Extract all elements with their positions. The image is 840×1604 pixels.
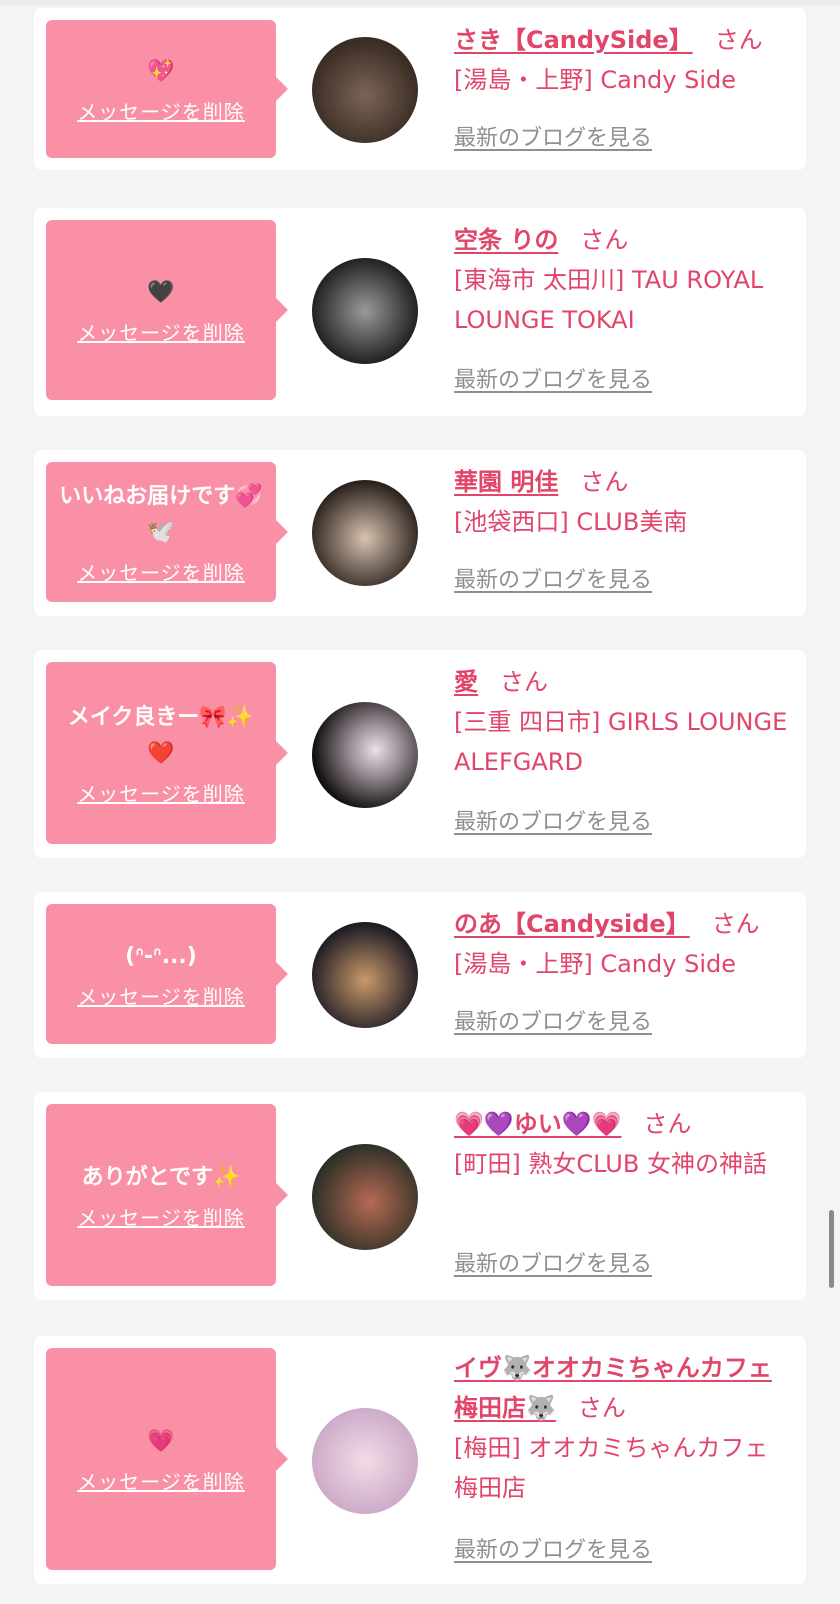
latest-blog-link[interactable]: 最新のブログを見る (454, 362, 652, 394)
cast-name-link[interactable]: のあ【Candyside】 (454, 910, 690, 938)
cast-info: イヴ🐺オオカミちゃんカフェ梅田店🐺 さん [梅田] オオカミちゃんカフェ梅田店 最… (454, 1348, 789, 1570)
message-text: (ᐢ-ᐢ...) (125, 943, 197, 969)
shop-name: [梅田] オオカミちゃんカフェ梅田店 (454, 1434, 769, 1502)
cast-name-link[interactable]: 空条 りの (454, 226, 558, 254)
top-divider (0, 0, 840, 6)
cast-name-link[interactable]: 愛 (454, 668, 478, 696)
scrollbar-thumb[interactable] (829, 1210, 834, 1288)
honorific: さん (500, 668, 548, 696)
honorific: さん (643, 1110, 692, 1138)
cast-info: 空条 りの さん [東海市 太田川] TAU ROYAL LOUNGE TOKAI… (454, 220, 789, 400)
cast-name-link[interactable]: 💗💜ゆい💜💗 (454, 1110, 622, 1138)
shop-name: [三重 四日市] GIRLS LOUNGE ALEFGARD (454, 708, 788, 776)
delete-message-link[interactable]: メッセージを削除 (77, 1466, 245, 1495)
avatar[interactable] (312, 702, 418, 808)
avatar[interactable] (312, 922, 418, 1028)
message-bubble: 💗 メッセージを削除 (46, 1348, 288, 1570)
message-card: ありがとです✨ メッセージを削除 💗💜ゆい💜💗 さん [町田] 熟女CLUB 女神… (34, 1092, 806, 1300)
cast-info: 💗💜ゆい💜💗 さん [町田] 熟女CLUB 女神の神話 最新のブログを見る (454, 1104, 789, 1284)
avatar[interactable] (312, 258, 418, 364)
avatar[interactable] (312, 480, 418, 586)
delete-message-link[interactable]: メッセージを削除 (77, 981, 245, 1010)
shop-name: [湯島・上野] Candy Side (454, 66, 736, 94)
message-text: いいねお届けです💞🕊️ (59, 483, 263, 545)
honorific: さん (580, 226, 629, 254)
cast-name-link[interactable]: さき【CandySide】 (454, 26, 693, 54)
honorific: さん (577, 1394, 626, 1422)
cast-info: 華園 明佳 さん [池袋西口] CLUB美南 最新のブログを見る (454, 462, 789, 602)
message-text: メイク良きー🎀✨❤️ (67, 704, 255, 766)
cast-name-link[interactable]: 華園 明佳 (454, 468, 558, 496)
message-text: 💗 (147, 1428, 175, 1454)
message-bubble: (ᐢ-ᐢ...) メッセージを削除 (46, 904, 288, 1044)
message-text: ありがとです✨ (81, 1164, 241, 1190)
latest-blog-link[interactable]: 最新のブログを見る (454, 804, 652, 836)
honorific: さん (714, 26, 763, 54)
latest-blog-link[interactable]: 最新のブログを見る (454, 1004, 652, 1036)
delete-message-link[interactable]: メッセージを削除 (77, 778, 245, 807)
avatar[interactable] (312, 1408, 418, 1514)
message-bubble: 🖤 メッセージを削除 (46, 220, 288, 400)
message-card: 💗 メッセージを削除 イヴ🐺オオカミちゃんカフェ梅田店🐺 さん [梅田] オオカミ… (34, 1336, 806, 1584)
message-text: 🖤 (147, 279, 175, 305)
cast-info: さき【CandySide】 さん [湯島・上野] Candy Side 最新のブロ… (454, 20, 789, 160)
delete-message-link[interactable]: メッセージを削除 (77, 96, 245, 125)
message-card: (ᐢ-ᐢ...) メッセージを削除 のあ【Candyside】 さん [湯島・上野… (34, 892, 806, 1058)
latest-blog-link[interactable]: 最新のブログを見る (454, 1532, 652, 1564)
message-card: いいねお届けです💞🕊️ メッセージを削除 華園 明佳 さん [池袋西口] CLUB… (34, 450, 806, 616)
message-card: 🖤 メッセージを削除 空条 りの さん [東海市 太田川] TAU ROYAL L… (34, 208, 806, 416)
message-text: 💖 (147, 58, 175, 84)
cast-info: のあ【Candyside】 さん [湯島・上野] Candy Side 最新のブロ… (454, 904, 789, 1044)
shop-name: [町田] 熟女CLUB 女神の神話 (454, 1150, 767, 1178)
message-bubble: 💖 メッセージを削除 (46, 20, 288, 158)
latest-blog-link[interactable]: 最新のブログを見る (454, 120, 652, 152)
delete-message-link[interactable]: メッセージを削除 (77, 557, 245, 586)
message-bubble: ありがとです✨ メッセージを削除 (46, 1104, 288, 1286)
delete-message-link[interactable]: メッセージを削除 (77, 1202, 245, 1231)
shop-name: [湯島・上野] Candy Side (454, 950, 736, 978)
message-bubble: メイク良きー🎀✨❤️ メッセージを削除 (46, 662, 288, 844)
shop-name: [東海市 太田川] TAU ROYAL LOUNGE TOKAI (454, 266, 764, 334)
latest-blog-link[interactable]: 最新のブログを見る (454, 1246, 652, 1278)
message-card: メイク良きー🎀✨❤️ メッセージを削除 愛さん [三重 四日市] GIRLS L… (34, 650, 806, 858)
honorific: さん (711, 910, 760, 938)
avatar[interactable] (312, 1144, 418, 1250)
message-card: 💖 メッセージを削除 さき【CandySide】 さん [湯島・上野] Candy… (34, 8, 806, 170)
honorific: さん (580, 468, 629, 496)
latest-blog-link[interactable]: 最新のブログを見る (454, 562, 652, 594)
cast-info: 愛さん [三重 四日市] GIRLS LOUNGE ALEFGARD 最新のブロ… (454, 662, 789, 842)
message-bubble: いいねお届けです💞🕊️ メッセージを削除 (46, 462, 288, 602)
shop-name: [池袋西口] CLUB美南 (454, 508, 688, 536)
delete-message-link[interactable]: メッセージを削除 (77, 317, 245, 346)
avatar[interactable] (312, 37, 418, 143)
